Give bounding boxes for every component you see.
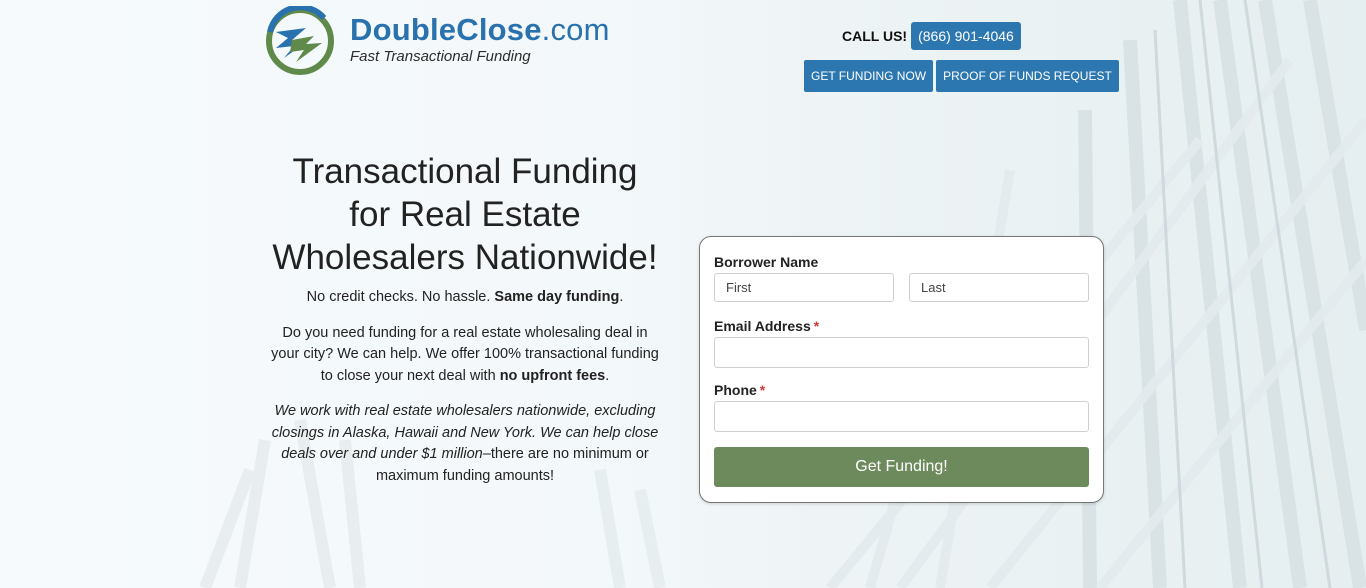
first-name-input[interactable] <box>714 273 894 302</box>
hero-section: Transactional Funding for Real Estate Wh… <box>270 150 660 487</box>
call-us-block: CALL US! (866) 901-4046 <box>842 22 1021 50</box>
hero-lead-text: No credit checks. No hassle. <box>306 289 495 305</box>
logo-tagline: Fast Transactional Funding <box>350 48 531 65</box>
phone-input[interactable] <box>714 401 1089 432</box>
hero-lead-end: . <box>619 289 624 305</box>
get-funding-submit-button[interactable]: Get Funding! <box>714 447 1089 487</box>
phone-number-button[interactable]: (866) 901-4046 <box>911 22 1021 50</box>
borrower-name-label: Borrower Name <box>714 254 819 270</box>
email-input[interactable] <box>714 337 1089 368</box>
phone-label-text: Phone <box>714 382 757 398</box>
hero-coverage-note: We work with real estate wholesalers nat… <box>270 401 660 487</box>
last-name-input[interactable] <box>909 273 1089 302</box>
header-nav: GET FUNDING NOW PROOF OF FUNDS REQUEST <box>804 60 1119 92</box>
logo-bolt-icon <box>266 6 334 75</box>
hero-lead-bold: Same day funding <box>494 289 620 305</box>
logo-name-domain: .com <box>541 12 610 47</box>
hero-description-bold: no upfront fees <box>499 367 606 384</box>
get-funding-now-button[interactable]: GET FUNDING NOW <box>804 60 934 92</box>
hero-title: Transactional Funding for Real Estate Wh… <box>272 152 658 277</box>
hero-description: Do you need funding for a real estate wh… <box>270 323 660 388</box>
background-architecture-image <box>199 0 1366 588</box>
hero-lead: No credit checks. No hassle. Same day fu… <box>270 287 660 309</box>
phone-label: Phone * <box>714 382 765 398</box>
logo-wordmark: DoubleClose.com <box>350 13 610 47</box>
logo-name-main: DoubleClose <box>350 12 542 47</box>
site-logo[interactable]: DoubleClose.com Fast Transactional Fundi… <box>262 6 610 76</box>
call-us-label: CALL US! <box>842 28 908 44</box>
email-label: Email Address * <box>714 318 819 334</box>
phone-required-mark: * <box>759 382 766 398</box>
hero-description-end: . <box>605 367 610 384</box>
email-required-mark: * <box>813 318 820 334</box>
funding-form-card: Borrower Name Email Address* Phone* Get … <box>699 236 1104 503</box>
email-label-text: Email Address <box>714 318 811 334</box>
proof-of-funds-request-button[interactable]: PROOF OF FUNDS REQUEST <box>936 60 1119 92</box>
